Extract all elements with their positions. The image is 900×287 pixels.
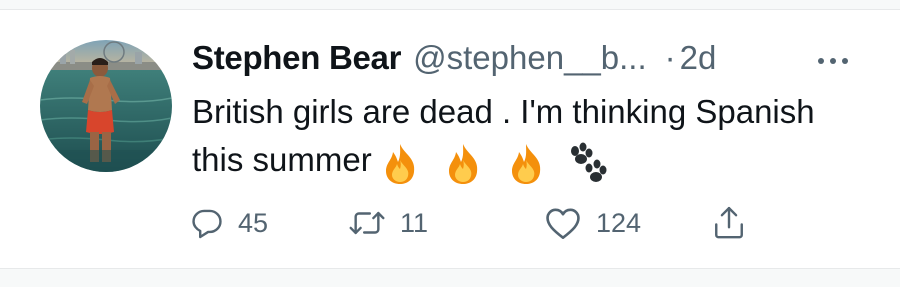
- reply-count: 45: [238, 207, 269, 238]
- retweet-button[interactable]: 11: [348, 196, 428, 250]
- share-button[interactable]: [712, 196, 746, 250]
- paw-prints-emoji: [571, 142, 607, 183]
- tweet-actions: 45 11 124: [188, 196, 868, 250]
- timestamp[interactable]: 2d: [680, 39, 717, 77]
- share-icon: [715, 206, 743, 239]
- separator-dot: ·: [664, 39, 676, 76]
- heart-icon: [546, 208, 580, 239]
- reply-icon: [192, 209, 222, 239]
- tweet-text-block: British girls are dead . I'm thinking Sp…: [192, 88, 872, 186]
- user-handle[interactable]: @stephen__b...: [413, 39, 647, 77]
- fire-emoji: [448, 144, 478, 185]
- fire-emoji: [512, 144, 541, 185]
- like-count: 124: [596, 207, 642, 238]
- emoji-group: [380, 138, 610, 186]
- bottom-divider: [0, 268, 900, 287]
- like-button[interactable]: 124: [544, 196, 641, 250]
- display-name[interactable]: Stephen Bear: [192, 39, 401, 77]
- more-icon[interactable]: [818, 55, 858, 67]
- avatar-image: [40, 40, 172, 172]
- retweet-count: 11: [400, 207, 429, 238]
- reply-button[interactable]: 45: [190, 196, 268, 250]
- avatar[interactable]: [40, 40, 172, 172]
- top-divider: [0, 0, 900, 10]
- retweet-icon: [349, 211, 385, 235]
- tweet-header: Stephen Bear @stephen__b... · 2d: [192, 34, 882, 82]
- fire-emoji: [385, 144, 414, 185]
